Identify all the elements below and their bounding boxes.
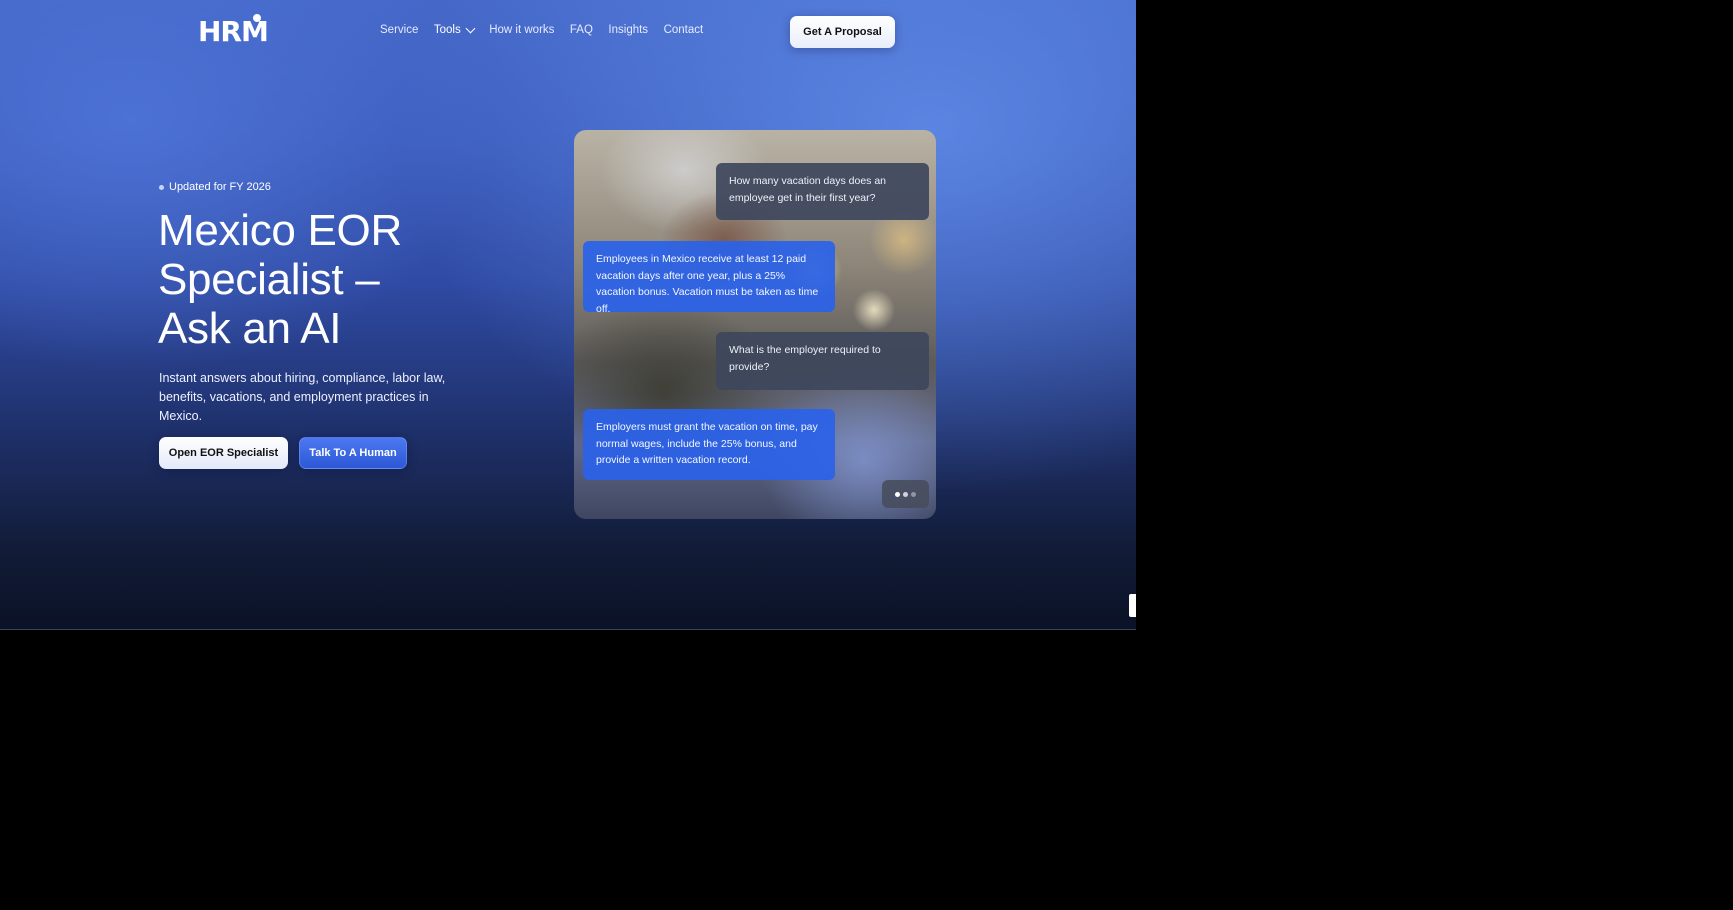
talk-to-human-button[interactable]: Talk To A Human xyxy=(299,437,407,469)
logo-dot xyxy=(253,14,261,22)
chat-question-bubble: What is the employer required to provide… xyxy=(716,332,929,390)
get-proposal-button[interactable]: Get A Proposal xyxy=(790,16,895,48)
nav-contact[interactable]: Contact xyxy=(664,24,704,36)
badge-text: Updated for FY 2026 xyxy=(169,181,271,193)
scroll-handle[interactable] xyxy=(1129,594,1136,617)
chat-answer-bubble: Employees in Mexico receive at least 12 … xyxy=(583,241,835,315)
pagination-dot-active[interactable] xyxy=(895,491,900,497)
nav-tools[interactable]: Tools xyxy=(433,23,476,36)
nav-service[interactable]: Service xyxy=(380,24,418,36)
pagination-dot[interactable] xyxy=(903,491,908,497)
updated-badge: Updated for FY 2026 xyxy=(159,181,271,193)
chat-question-bubble: How many vacation days does an employee … xyxy=(716,163,929,220)
chat-answer-bubble: Employers must grant the vacation on tim… xyxy=(583,409,835,480)
nav-insights[interactable]: Insights xyxy=(608,24,648,36)
badge-dot-icon xyxy=(159,184,164,190)
pagination-dot[interactable] xyxy=(911,491,916,497)
nav-tools-label: Tools xyxy=(433,24,461,36)
chat-preview-card: How many vacation days does an employee … xyxy=(574,130,936,519)
carousel-pagination[interactable] xyxy=(882,480,929,508)
page-bottom-divider xyxy=(0,629,1136,630)
chevron-down-icon xyxy=(465,23,476,34)
nav-how-it-works[interactable]: How it works xyxy=(489,24,554,36)
hero-subtitle: Instant answers about hiring, compliance… xyxy=(159,371,446,423)
main-nav: Service Tools How it works FAQ Insights … xyxy=(380,23,719,36)
hero-title: Mexico EOR Specialist – Ask an AI xyxy=(158,206,402,353)
hero-section: HRM Service Tools How it works FAQ Insig… xyxy=(0,0,1136,629)
nav-faq[interactable]: FAQ xyxy=(570,24,593,36)
open-eor-specialist-button[interactable]: Open EOR Specialist xyxy=(159,437,288,469)
hrm-logo[interactable]: HRM xyxy=(198,14,274,47)
